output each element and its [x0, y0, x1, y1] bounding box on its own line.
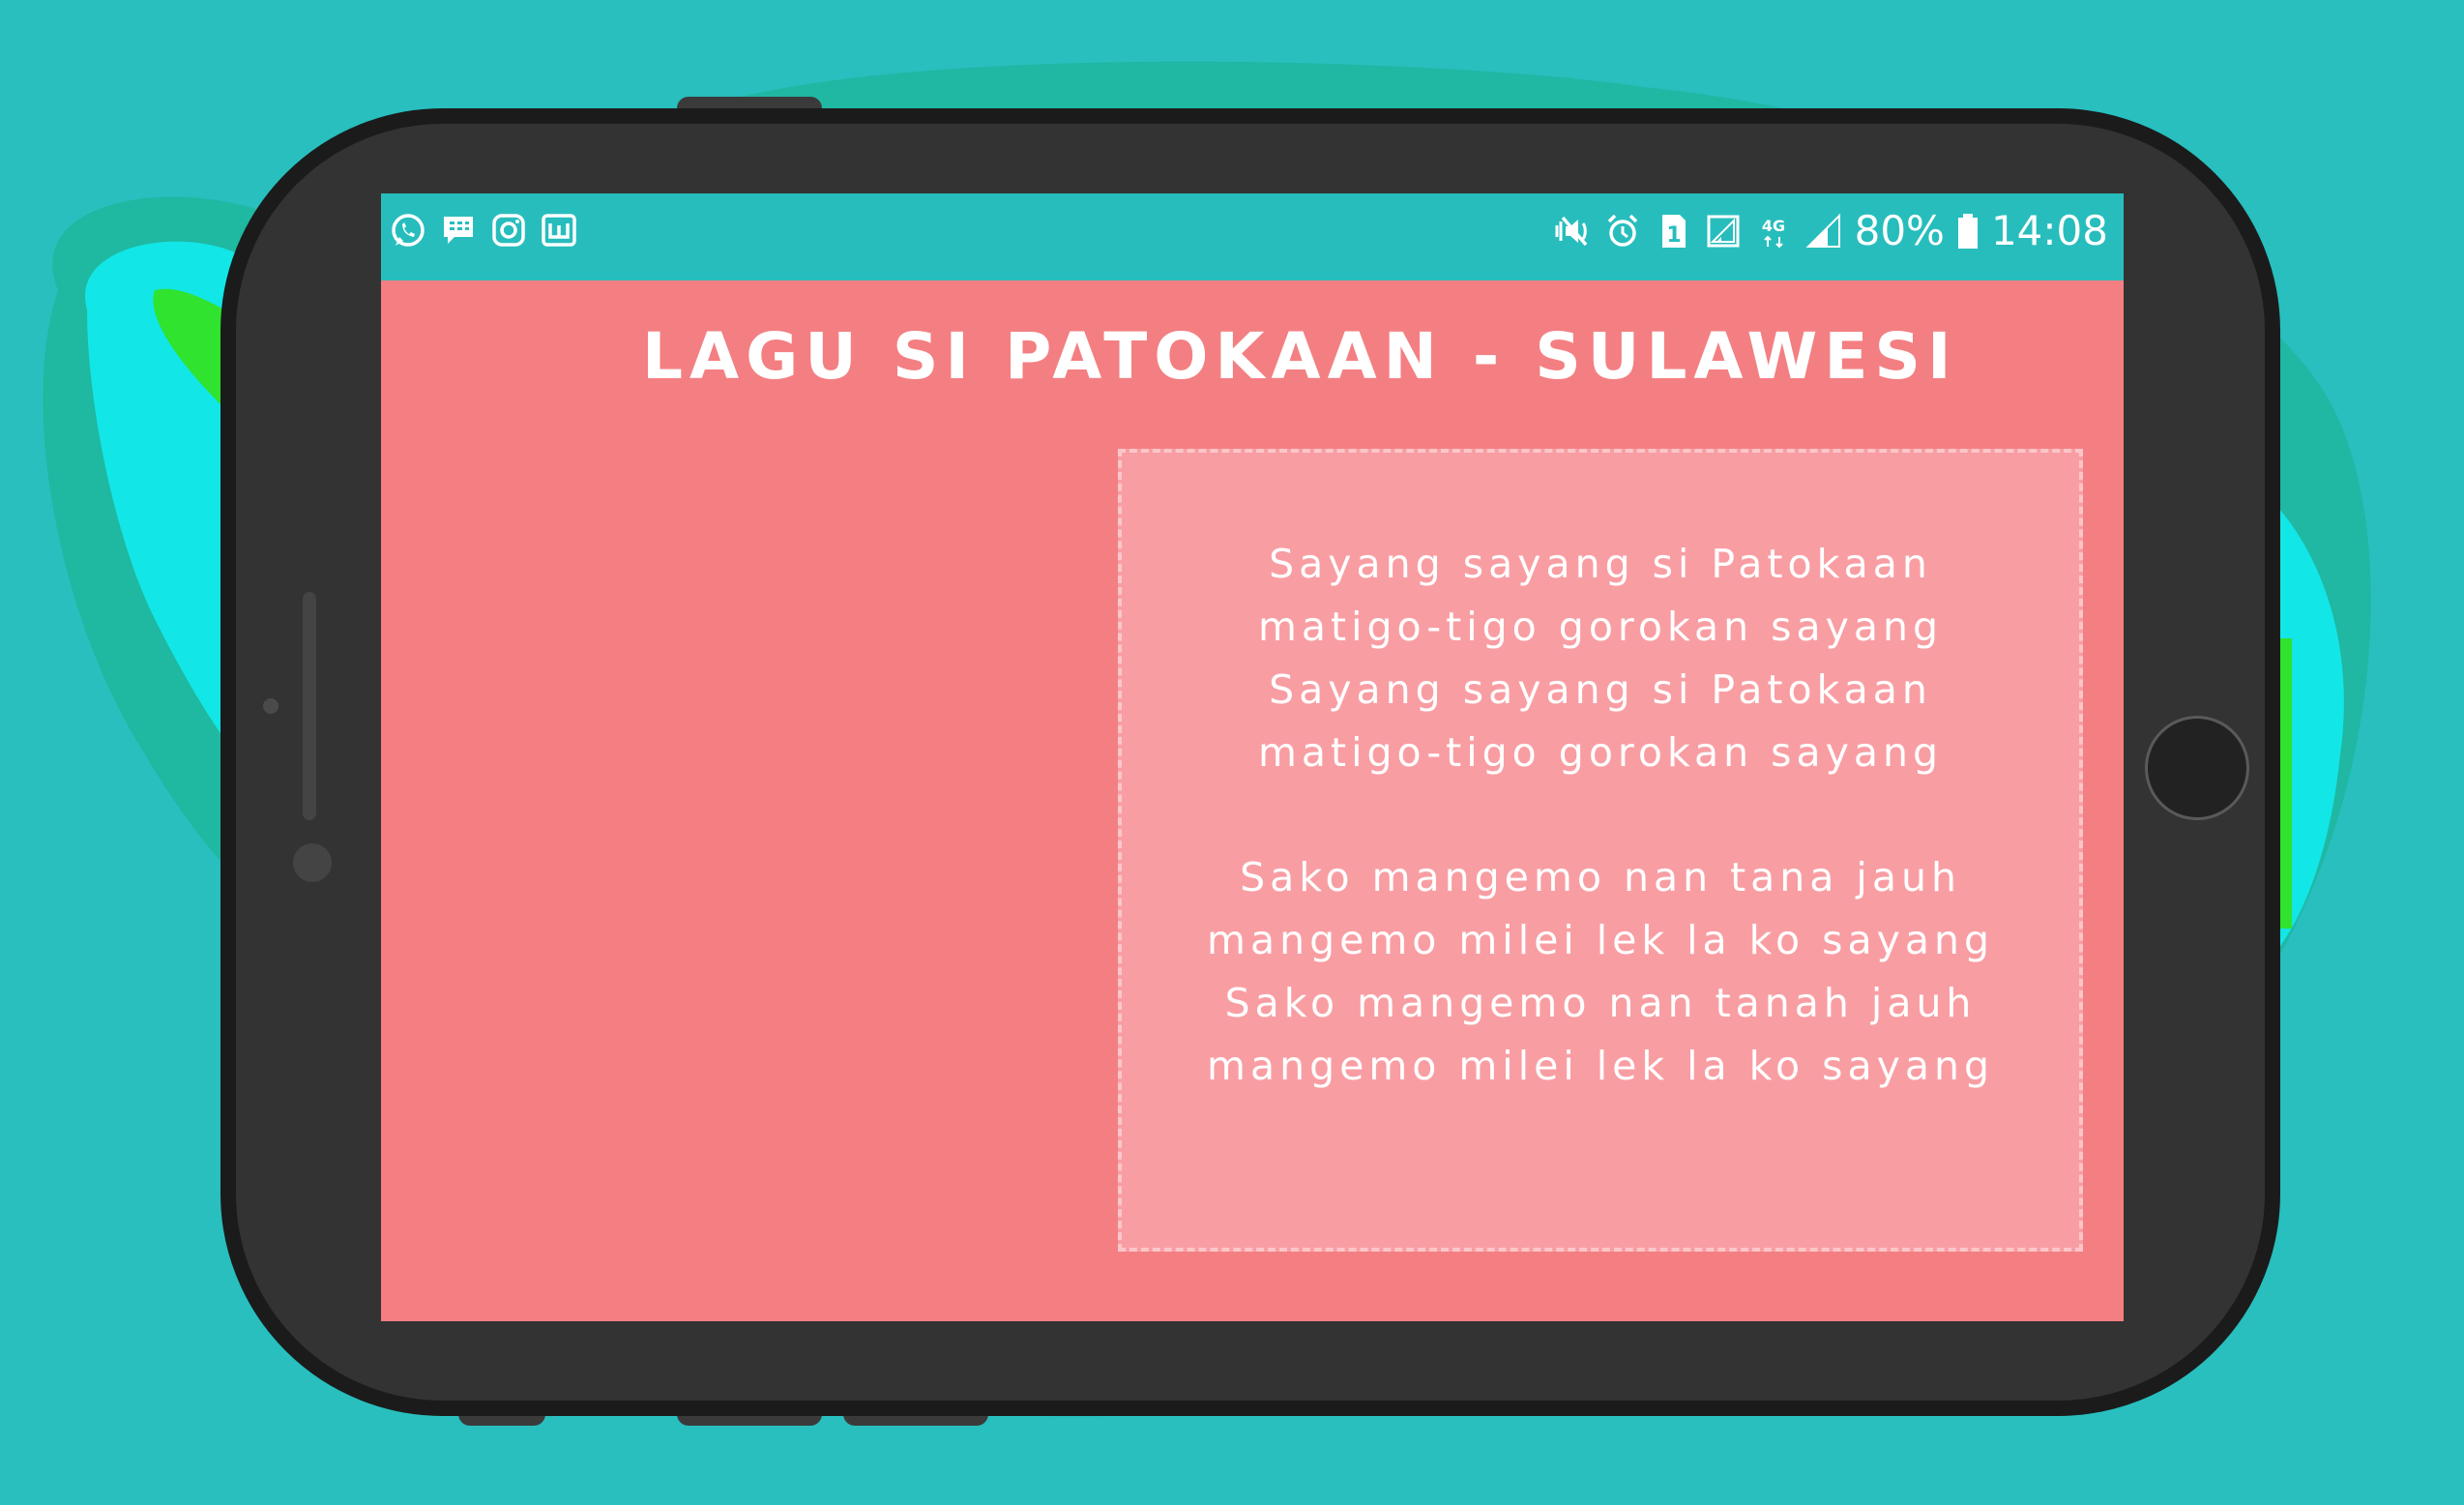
signal-strength-icon [1805, 213, 1840, 248]
sim-slot-label: 1 [1666, 223, 1681, 248]
phone-speaker [303, 592, 316, 820]
home-button[interactable] [2145, 716, 2249, 820]
battery-icon [1957, 213, 1978, 249]
page-title: LAGU SI PATOKAAN - SULAWESI [642, 319, 1958, 394]
sim-1-icon: 1 [1661, 214, 1686, 248]
battery-percentage: 80% [1854, 207, 1945, 254]
whatsapp-icon [392, 214, 425, 247]
lyric-line: mangemo milei lek la ko sayang [1207, 917, 1994, 963]
lyric-line: Sayang sayang si Patokaan [1269, 541, 1932, 587]
vibrate-mute-icon [1555, 216, 1587, 246]
lyrics-panel: Sayang sayang si Patokaan matigo-tigo go… [1118, 449, 2083, 1252]
lyric-line: Sako mangemo nan tana jauh [1240, 854, 1961, 900]
system-status: 1 4G 80% 14:08 [1553, 207, 2108, 254]
phone-sensor [263, 698, 279, 714]
lyrics-stanza-1: Sayang sayang si Patokaan matigo-tigo go… [1122, 533, 2079, 784]
wattpad-icon [542, 214, 576, 247]
bbm-icon [444, 217, 473, 244]
network-type-label: 4G [1761, 217, 1784, 235]
status-bar: 1 4G 80% 14:08 [381, 193, 2124, 280]
front-camera [293, 843, 332, 882]
alarm-icon [1607, 214, 1637, 247]
lyrics-stanza-2: Sako mangemo nan tana jauh mangemo milei… [1122, 846, 2079, 1098]
clock: 14:08 [1990, 207, 2108, 254]
lyric-line: matigo-tigo gorokan sayang [1257, 604, 1943, 650]
lyric-line: Sako mangemo nan tanah jauh [1224, 980, 1977, 1026]
phone-screen: 1 4G 80% 14:08 LAGU SI PATOKAAN - SULAWE… [381, 193, 2124, 1321]
lyric-line: Sayang sayang si Patokaan [1269, 666, 1932, 713]
signal-icon [1707, 215, 1740, 247]
instagram-icon [492, 214, 525, 247]
lyric-line: mangemo milei lek la ko sayang [1207, 1043, 1994, 1089]
network-4g-icon: 4G [1761, 217, 1785, 248]
notification-icons [389, 211, 578, 250]
lyric-line: matigo-tigo gorokan sayang [1257, 729, 1943, 776]
